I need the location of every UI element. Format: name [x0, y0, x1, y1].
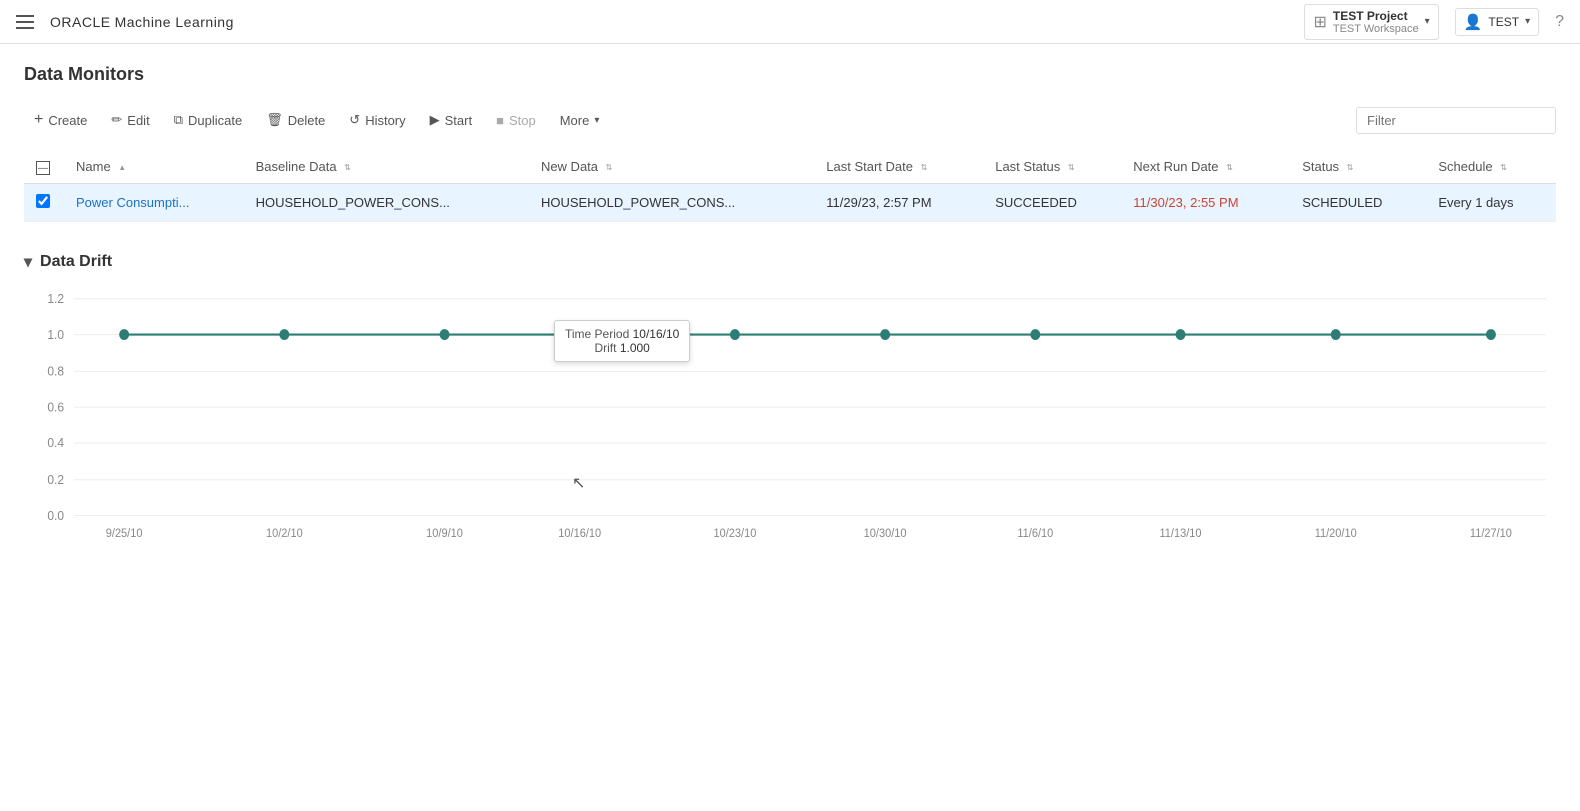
table-row: Power Consumpti... HOUSEHOLD_POWER_CONS.… [24, 183, 1556, 221]
app-logo: ORACLEMachine Learning [46, 14, 234, 30]
duplicate-label: Duplicate [188, 113, 242, 128]
history-button[interactable]: ↺ History [339, 106, 415, 134]
svg-text:1.0: 1.0 [47, 327, 64, 342]
row-baseline: HOUSEHOLD_POWER_CONS... [244, 183, 529, 221]
create-icon: + [34, 111, 43, 129]
history-label: History [365, 113, 405, 128]
svg-text:0.0: 0.0 [47, 508, 64, 523]
svg-text:11/27/10: 11/27/10 [1470, 527, 1512, 539]
data-monitors-table: — Name ▲ Baseline Data ⇅ New Data ⇅ Last… [24, 151, 1556, 222]
svg-text:0.2: 0.2 [47, 472, 64, 487]
stop-label: Stop [509, 113, 536, 128]
menu-icon[interactable] [16, 15, 34, 29]
col-next-run-date[interactable]: Next Run Date ⇅ [1121, 151, 1290, 183]
svg-text:10/9/10: 10/9/10 [426, 527, 463, 539]
col-baseline-data[interactable]: Baseline Data ⇅ [244, 151, 529, 183]
more-button[interactable]: More ▾ [550, 107, 610, 134]
help-icon[interactable]: ? [1555, 13, 1564, 31]
app-header: ORACLEMachine Learning ⊞ TEST Project TE… [0, 0, 1580, 44]
more-label: More [560, 113, 590, 128]
user-selector[interactable]: 👤 TEST ▾ [1455, 8, 1539, 36]
user-icon: 👤 [1464, 13, 1483, 31]
svg-text:9/25/10: 9/25/10 [106, 527, 143, 539]
data-drift-section-header: ▾ Data Drift [24, 252, 1556, 272]
stop-icon: ■ [496, 113, 504, 128]
collapse-icon[interactable]: ▾ [24, 252, 32, 272]
svg-text:11/20/10: 11/20/10 [1315, 527, 1357, 539]
project-selector[interactable]: ⊞ TEST Project TEST Workspace ▾ [1304, 4, 1438, 40]
user-label: TEST [1488, 15, 1519, 29]
row-schedule: Every 1 days [1426, 183, 1556, 221]
svg-text:10/23/10: 10/23/10 [713, 527, 756, 539]
svg-text:10/16/10: 10/16/10 [558, 527, 601, 539]
delete-label: Delete [288, 113, 326, 128]
project-name: TEST Project [1333, 9, 1408, 23]
main-content: Data Monitors + Create ✏ Edit ⧉ Duplicat… [0, 44, 1580, 568]
col-schedule[interactable]: Schedule ⇅ [1426, 151, 1556, 183]
header-right: ⊞ TEST Project TEST Workspace ▾ 👤 TEST ▾… [1304, 4, 1564, 40]
header-left: ORACLEMachine Learning [16, 14, 234, 30]
row-status: SCHEDULED [1290, 183, 1426, 221]
delete-button[interactable]: 🗑 Delete [256, 106, 335, 134]
stop-button[interactable]: ■ Stop [486, 107, 546, 134]
history-icon: ↺ [349, 112, 360, 128]
svg-text:10/2/10: 10/2/10 [266, 527, 303, 539]
oracle-brand: ORACLEMachine Learning [46, 14, 234, 30]
svg-text:11/6/10: 11/6/10 [1017, 527, 1053, 539]
project-info: TEST Project TEST Workspace [1333, 9, 1419, 35]
col-last-start-date[interactable]: Last Start Date ⇅ [814, 151, 983, 183]
start-button[interactable]: ▶ Start [420, 106, 482, 134]
row-checkbox[interactable] [36, 194, 50, 208]
delete-icon: 🗑 [266, 112, 283, 128]
svg-text:0.8: 0.8 [47, 364, 64, 379]
project-dropdown-icon[interactable]: ▾ [1425, 16, 1430, 27]
edit-label: Edit [127, 113, 149, 128]
workspace-name: TEST Workspace [1333, 23, 1419, 35]
user-dropdown-icon[interactable]: ▾ [1525, 16, 1530, 27]
page-title: Data Monitors [24, 64, 1556, 85]
project-icon: ⊞ [1313, 12, 1326, 32]
svg-text:1.2: 1.2 [47, 291, 64, 306]
toolbar: + Create ✏ Edit ⧉ Duplicate 🗑 Delete ↺ H… [24, 105, 1556, 135]
data-drift-title: Data Drift [40, 253, 112, 271]
row-name[interactable]: Power Consumpti... [64, 183, 244, 221]
duplicate-button[interactable]: ⧉ Duplicate [164, 106, 253, 134]
row-name-link[interactable]: Power Consumpti... [76, 195, 189, 210]
select-all-header[interactable]: — [24, 151, 64, 183]
table-header-row: — Name ▲ Baseline Data ⇅ New Data ⇅ Last… [24, 151, 1556, 183]
svg-text:10/30/10: 10/30/10 [864, 527, 907, 539]
row-checkbox-cell[interactable] [24, 183, 64, 221]
create-label: Create [48, 113, 87, 128]
row-next-run: 11/30/23, 2:55 PM [1121, 183, 1290, 221]
col-last-status[interactable]: Last Status ⇅ [983, 151, 1121, 183]
col-new-data[interactable]: New Data ⇅ [529, 151, 814, 183]
edit-button[interactable]: ✏ Edit [101, 106, 159, 134]
filter-input[interactable] [1356, 107, 1556, 134]
col-name[interactable]: Name ▲ [64, 151, 244, 183]
drift-chart: 1.2 1.0 0.8 0.6 0.4 0.2 0.0 [24, 288, 1556, 548]
more-dropdown-icon: ▾ [594, 115, 599, 126]
row-new-data: HOUSEHOLD_POWER_CONS... [529, 183, 814, 221]
duplicate-icon: ⧉ [174, 112, 183, 128]
svg-text:0.6: 0.6 [47, 400, 64, 415]
svg-text:11/13/10: 11/13/10 [1159, 527, 1201, 539]
chart-container: 1.2 1.0 0.8 0.6 0.4 0.2 0.0 [24, 288, 1556, 548]
create-button[interactable]: + Create [24, 105, 97, 135]
start-icon: ▶ [430, 112, 440, 128]
start-label: Start [445, 113, 472, 128]
svg-text:0.4: 0.4 [47, 435, 64, 450]
row-last-status: SUCCEEDED [983, 183, 1121, 221]
row-last-start: 11/29/23, 2:57 PM [814, 183, 983, 221]
edit-icon: ✏ [111, 112, 122, 128]
col-status[interactable]: Status ⇅ [1290, 151, 1426, 183]
